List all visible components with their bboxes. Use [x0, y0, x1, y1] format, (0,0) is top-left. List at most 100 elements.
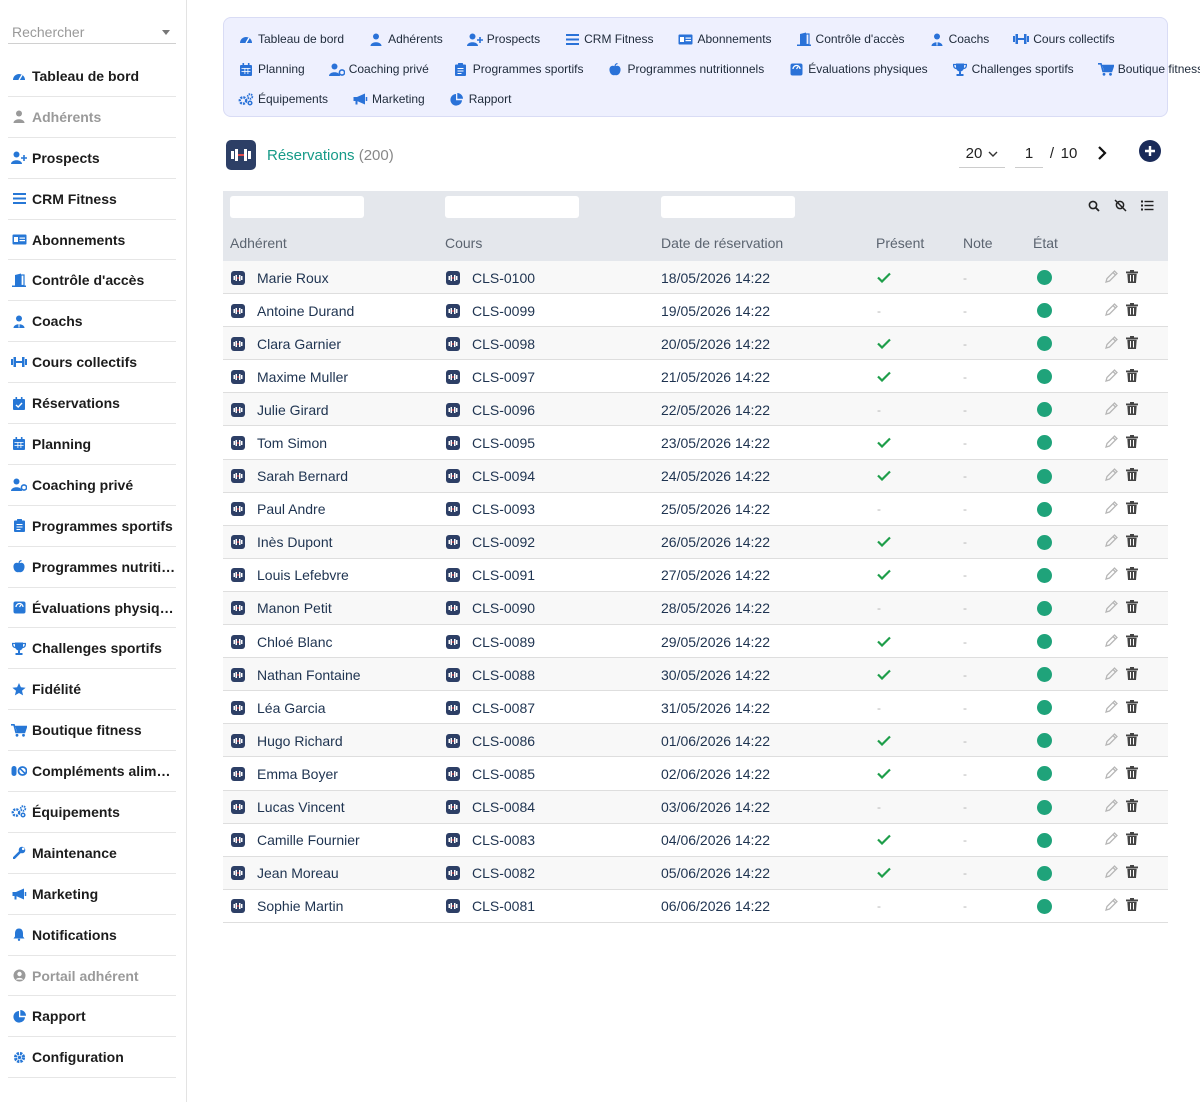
- delete-trash-icon[interactable]: [1126, 434, 1138, 451]
- sidebar-item-10[interactable]: Coaching privé: [8, 465, 176, 506]
- edit-pencil-icon[interactable]: [1105, 302, 1118, 319]
- search-icon[interactable]: [1088, 200, 1100, 212]
- sidebar-item-12[interactable]: Programmes nutritionnels: [8, 547, 176, 588]
- cell-course[interactable]: CLS-0093: [446, 493, 535, 526]
- table-row[interactable]: Paul Andre CLS-0093 25/05/2026 14:22 - -: [223, 493, 1168, 526]
- top-nav-item[interactable]: Boutique fitness: [1097, 62, 1200, 76]
- course-code[interactable]: CLS-0090: [472, 600, 535, 616]
- cell-member[interactable]: Tom Simon: [231, 426, 327, 459]
- sidebar-item-22[interactable]: Portail adhérent: [8, 956, 176, 997]
- delete-trash-icon[interactable]: [1126, 302, 1138, 319]
- course-code[interactable]: CLS-0081: [472, 898, 535, 914]
- table-row[interactable]: Louis Lefebvre CLS-0091 27/05/2026 14:22 -: [223, 559, 1168, 592]
- cell-course[interactable]: CLS-0098: [446, 327, 535, 360]
- course-code[interactable]: CLS-0086: [472, 733, 535, 749]
- sidebar-item-19[interactable]: Maintenance: [8, 833, 176, 874]
- table-row[interactable]: Manon Petit CLS-0090 28/05/2026 14:22 - -: [223, 591, 1168, 626]
- sidebar-item-9[interactable]: Planning: [8, 424, 176, 465]
- cell-course[interactable]: CLS-0100: [446, 261, 535, 294]
- cell-course[interactable]: CLS-0086: [446, 724, 535, 757]
- member-name[interactable]: Paul Andre: [257, 501, 326, 517]
- cell-member[interactable]: Hugo Richard: [231, 724, 343, 757]
- cell-course[interactable]: CLS-0087: [446, 691, 535, 724]
- add-reservation-button[interactable]: [1139, 140, 1161, 162]
- top-nav-item[interactable]: Coachs: [929, 32, 989, 46]
- edit-pencil-icon[interactable]: [1105, 368, 1118, 385]
- delete-trash-icon[interactable]: [1126, 732, 1138, 749]
- cell-member[interactable]: Clara Garnier: [231, 327, 341, 360]
- edit-pencil-icon[interactable]: [1105, 335, 1118, 352]
- sidebar-item-2[interactable]: Prospects: [8, 138, 176, 179]
- member-name[interactable]: Marie Roux: [257, 270, 329, 286]
- edit-pencil-icon[interactable]: [1105, 832, 1118, 848]
- table-row[interactable]: Emma Boyer CLS-0085 02/06/2026 14:22 -: [223, 757, 1168, 791]
- course-code[interactable]: CLS-0083: [472, 832, 535, 848]
- column-header-state[interactable]: État: [1033, 235, 1058, 251]
- table-row[interactable]: Léa Garcia CLS-0087 31/05/2026 14:22 - -: [223, 691, 1168, 725]
- sidebar-item-16[interactable]: Boutique fitness: [8, 710, 176, 752]
- course-code[interactable]: CLS-0100: [472, 270, 535, 286]
- column-header-member[interactable]: Adhérent: [230, 235, 287, 251]
- member-name[interactable]: Lucas Vincent: [257, 799, 345, 815]
- course-code[interactable]: CLS-0089: [472, 634, 535, 650]
- course-code[interactable]: CLS-0087: [472, 700, 535, 716]
- delete-trash-icon[interactable]: [1126, 765, 1138, 782]
- delete-trash-icon[interactable]: [1126, 567, 1138, 583]
- delete-trash-icon[interactable]: [1126, 501, 1138, 517]
- sidebar-item-21[interactable]: Notifications: [8, 915, 176, 956]
- member-name[interactable]: Emma Boyer: [257, 766, 338, 782]
- course-code[interactable]: CLS-0094: [472, 468, 535, 484]
- table-row[interactable]: Hugo Richard CLS-0086 01/06/2026 14:22 -: [223, 724, 1168, 758]
- table-row[interactable]: Jean Moreau CLS-0082 05/06/2026 14:22 -: [223, 856, 1168, 890]
- page-number-input[interactable]: 1: [1015, 140, 1043, 168]
- sidebar-item-13[interactable]: Évaluations physiques: [8, 588, 176, 629]
- cell-course[interactable]: CLS-0082: [446, 857, 535, 890]
- sidebar-item-3[interactable]: CRM Fitness: [8, 179, 176, 220]
- top-nav-item[interactable]: Prospects: [466, 32, 540, 46]
- member-name[interactable]: Léa Garcia: [257, 700, 325, 716]
- top-nav-item[interactable]: Coaching privé: [328, 62, 429, 76]
- member-name[interactable]: Maxime Muller: [257, 369, 348, 385]
- sidebar-item-1[interactable]: Adhérents: [8, 97, 176, 138]
- cell-course[interactable]: CLS-0088: [446, 658, 535, 691]
- filter-course-input[interactable]: [445, 196, 579, 218]
- table-row[interactable]: Lucas Vincent CLS-0084 03/06/2026 14:22 - -: [223, 790, 1168, 824]
- top-nav-item[interactable]: Planning: [238, 62, 305, 76]
- cell-course[interactable]: CLS-0091: [446, 559, 535, 592]
- column-header-date[interactable]: Date de réservation: [661, 235, 783, 251]
- cell-member[interactable]: Emma Boyer: [231, 757, 338, 790]
- edit-pencil-icon[interactable]: [1105, 865, 1118, 881]
- course-code[interactable]: CLS-0093: [472, 501, 535, 517]
- cell-course[interactable]: CLS-0094: [446, 460, 535, 493]
- cell-course[interactable]: CLS-0089: [446, 625, 535, 658]
- sidebar-item-7[interactable]: Cours collectifs: [8, 342, 176, 384]
- edit-pencil-icon[interactable]: [1105, 699, 1118, 716]
- edit-pencil-icon[interactable]: [1105, 666, 1118, 683]
- member-name[interactable]: Antoine Durand: [257, 303, 354, 319]
- delete-trash-icon[interactable]: [1126, 832, 1138, 848]
- table-row[interactable]: Chloé Blanc CLS-0089 29/05/2026 14:22 -: [223, 625, 1168, 659]
- delete-trash-icon[interactable]: [1126, 898, 1138, 914]
- course-code[interactable]: CLS-0088: [472, 667, 535, 683]
- sidebar-item-8[interactable]: Réservations: [8, 383, 176, 425]
- filter-date-input[interactable]: [661, 196, 795, 218]
- cell-member[interactable]: Léa Garcia: [231, 691, 325, 724]
- cell-course[interactable]: CLS-0085: [446, 757, 535, 790]
- member-name[interactable]: Julie Girard: [257, 402, 329, 418]
- top-nav-item[interactable]: Cours collectifs: [1013, 32, 1115, 46]
- edit-pencil-icon[interactable]: [1105, 269, 1118, 286]
- cell-member[interactable]: Sarah Bernard: [231, 460, 348, 493]
- member-name[interactable]: Inès Dupont: [257, 534, 333, 550]
- delete-trash-icon[interactable]: [1126, 633, 1138, 650]
- edit-pencil-icon[interactable]: [1105, 567, 1118, 583]
- sidebar-item-17[interactable]: Compléments alimentaires: [8, 751, 176, 793]
- cell-member[interactable]: Jean Moreau: [231, 857, 339, 890]
- cell-member[interactable]: Paul Andre: [231, 493, 326, 526]
- cell-course[interactable]: CLS-0096: [446, 393, 535, 426]
- course-code[interactable]: CLS-0098: [472, 336, 535, 352]
- sidebar-item-5[interactable]: Contrôle d'accès: [8, 260, 176, 302]
- course-code[interactable]: CLS-0095: [472, 435, 535, 451]
- edit-pencil-icon[interactable]: [1105, 435, 1118, 451]
- edit-pencil-icon[interactable]: [1105, 799, 1118, 815]
- top-nav-item[interactable]: Rapport: [449, 92, 511, 106]
